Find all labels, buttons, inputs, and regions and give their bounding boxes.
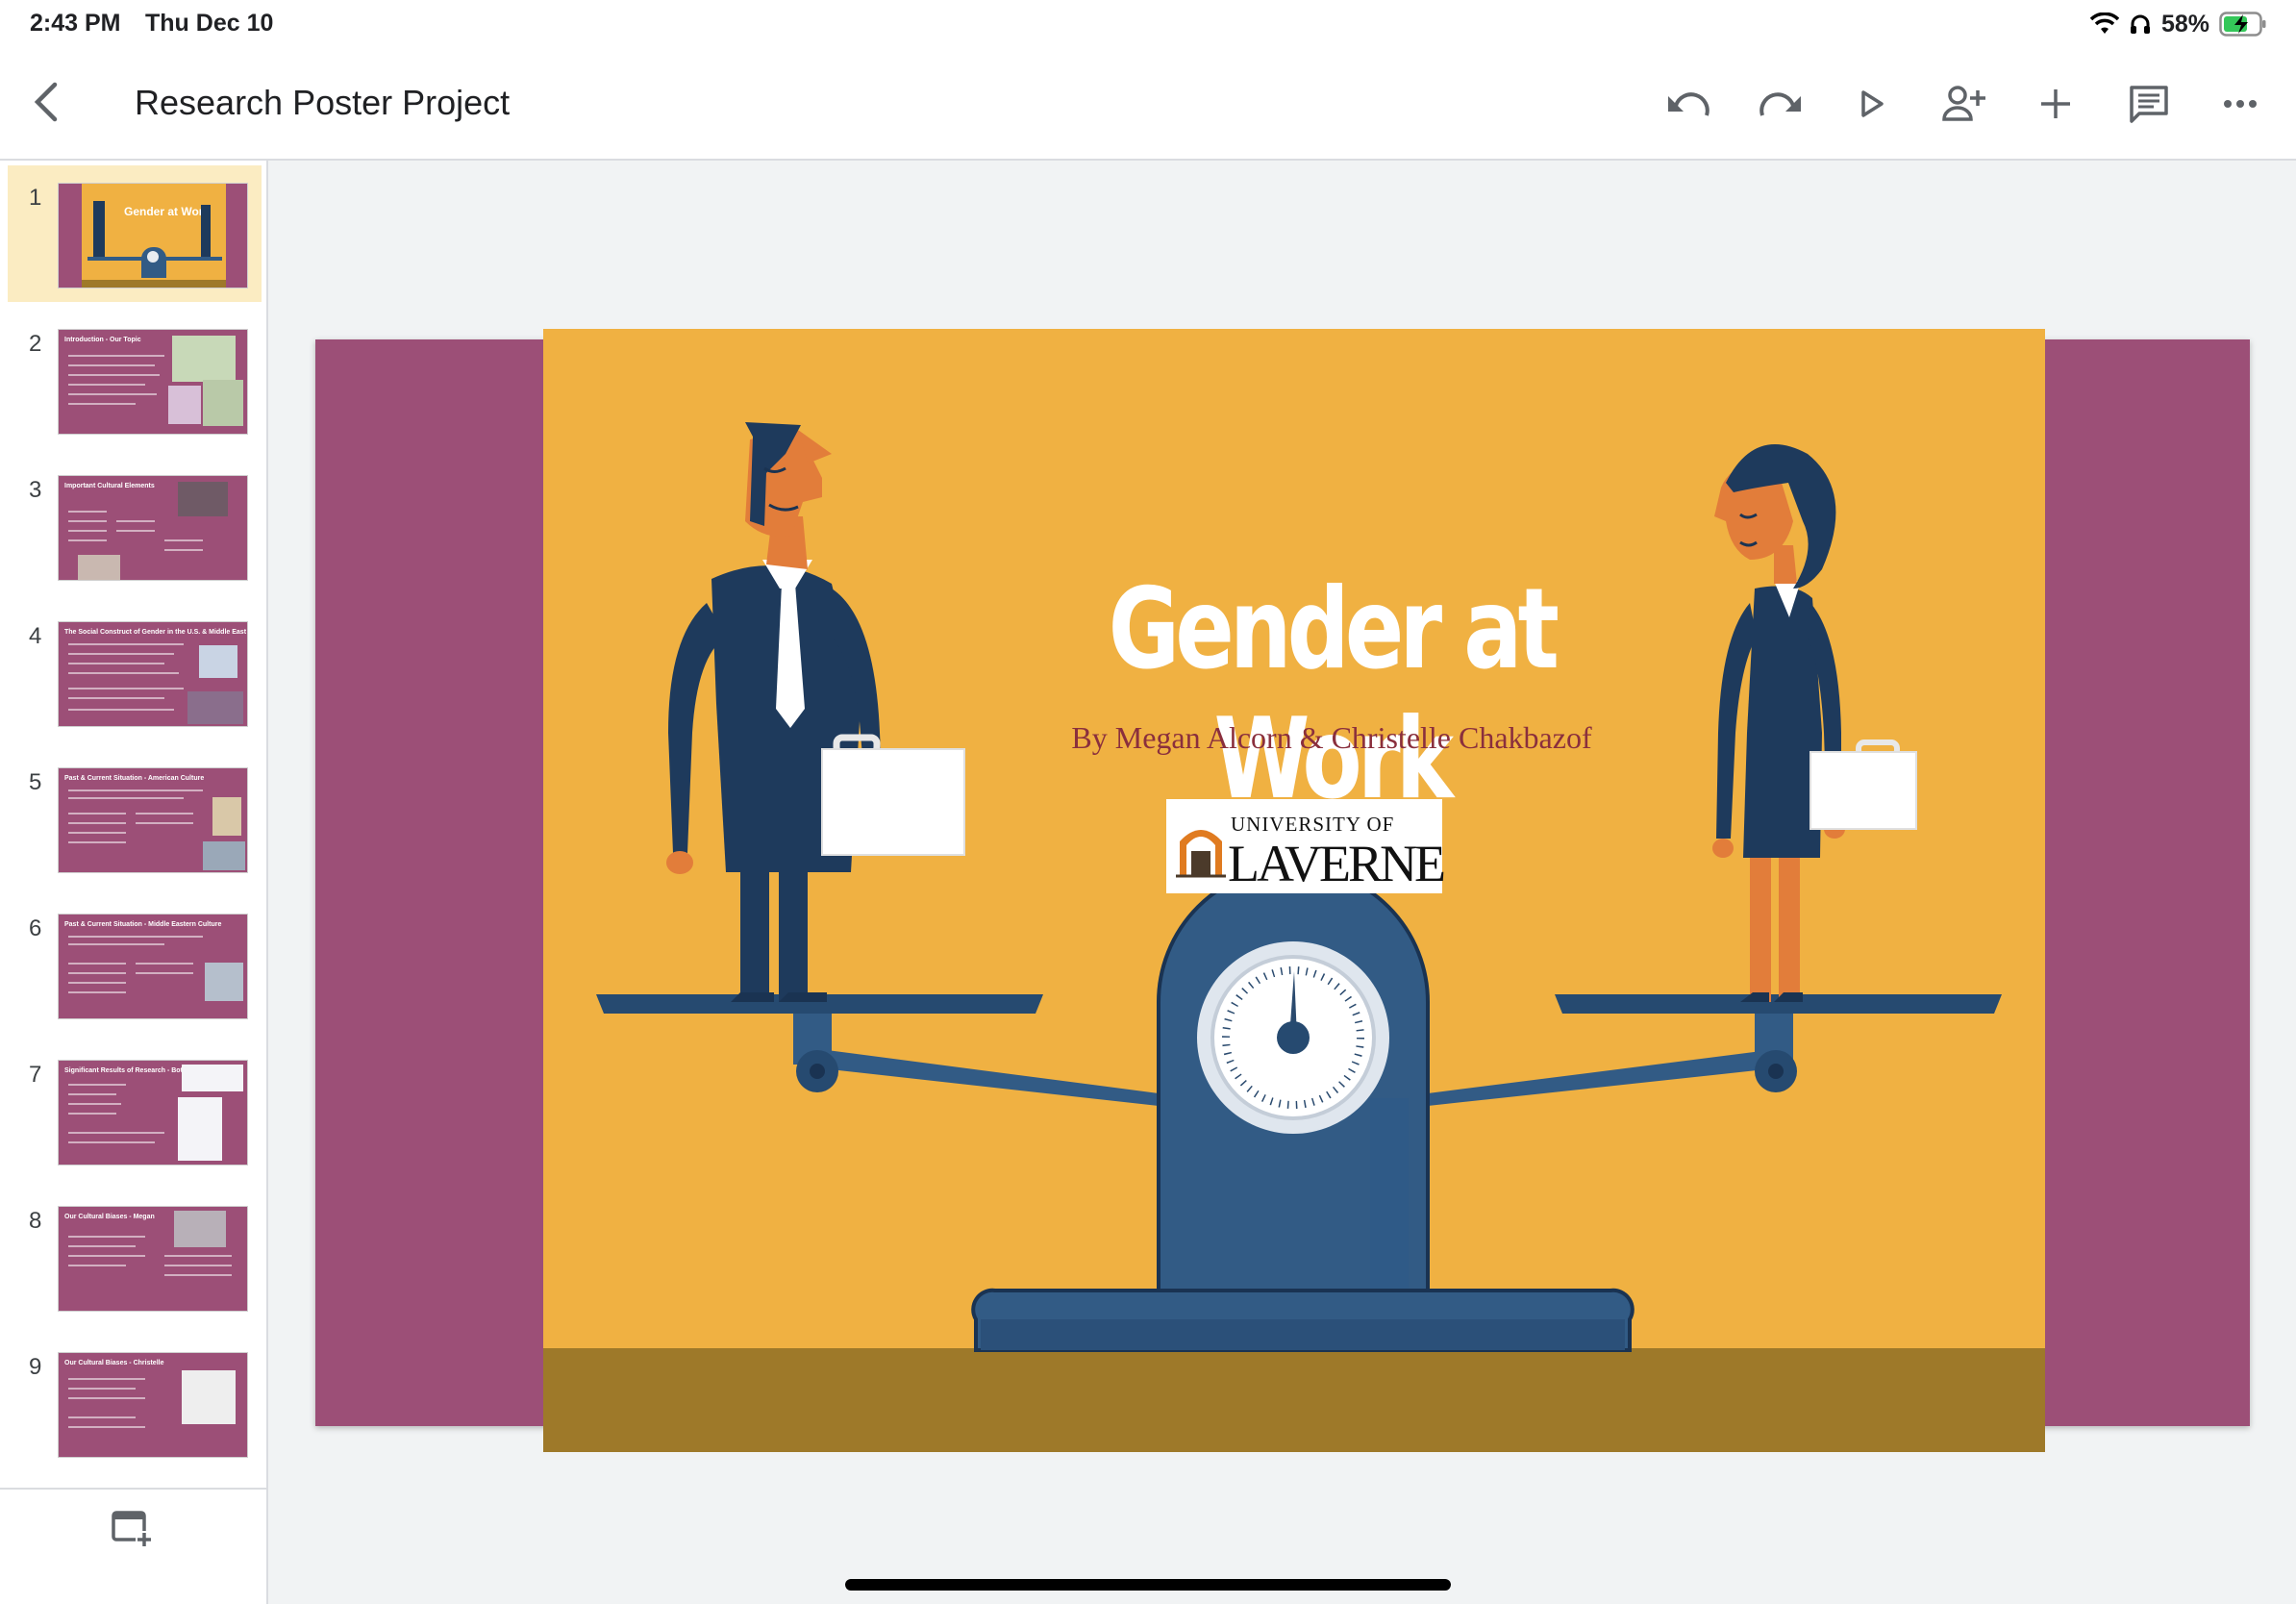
document-title[interactable]: Research Poster Project: [135, 83, 510, 123]
more-icon: [2224, 100, 2257, 108]
slide-number: 5: [29, 769, 42, 795]
add-button[interactable]: [2030, 78, 2082, 130]
filmstrip-divider: [0, 1488, 266, 1490]
slide-thumbnail-5[interactable]: 5 Past & Current Situation - American Cu…: [8, 750, 262, 887]
home-indicator[interactable]: [845, 1579, 1451, 1591]
thumbnail-preview: The Social Construct of Gender in the U.…: [58, 621, 248, 727]
thumbnail-title: The Social Construct of Gender in the U.…: [64, 629, 247, 636]
thumbnail-preview: Introduction - Our Topic: [58, 329, 248, 435]
slide-thumbnail-3[interactable]: 3 Important Cultural Elements: [8, 458, 262, 594]
current-slide[interactable]: Gender at Work By Megan Alcorn & Christe…: [543, 329, 2045, 1452]
thumbnail-title: Gender at Work: [124, 205, 211, 218]
share-icon: [1942, 86, 1985, 121]
slide-title[interactable]: Gender at Work: [1032, 564, 1632, 824]
battery-percent: 58%: [2160, 10, 2209, 38]
slide-number: 9: [29, 1354, 42, 1380]
slide-thumbnail-9[interactable]: 9 Our Cultural Biases - Christelle: [8, 1335, 262, 1471]
slide-number: 1: [29, 185, 42, 211]
share-button[interactable]: [1938, 78, 1990, 130]
comments-button[interactable]: [2123, 78, 2175, 130]
thumbnail-title: Our Cultural Biases - Megan: [64, 1214, 155, 1220]
undo-button[interactable]: [1662, 78, 1714, 130]
comments-icon: [2130, 86, 2168, 123]
app-bar: Research Poster Project: [0, 48, 2296, 161]
add-icon: [2041, 89, 2070, 118]
thumbnail-preview: Our Cultural Biases - Christelle: [58, 1352, 248, 1458]
new-slide-button[interactable]: [108, 1505, 156, 1553]
redo-icon: [1759, 92, 1801, 116]
battery-charging-icon: [2219, 12, 2266, 37]
back-button[interactable]: [21, 77, 71, 127]
thumbnail-preview: Past & Current Situation - American Cult…: [58, 767, 248, 873]
status-time: 2:43 PM: [30, 10, 121, 37]
thumbnail-title: Introduction - Our Topic: [64, 337, 141, 343]
present-button[interactable]: [1846, 78, 1898, 130]
slide-number: 7: [29, 1062, 42, 1088]
thumbnail-preview: Significant Results of Research - Both: [58, 1060, 248, 1165]
slide-filmstrip: 1 Gender at Work 2 Introduction - Our To…: [0, 161, 268, 1604]
thumbnail-title: Our Cultural Biases - Christelle: [64, 1360, 164, 1366]
wifi-icon: [2089, 13, 2119, 34]
logo-text-line2: LAVERNE: [1228, 835, 1446, 892]
slide-number: 3: [29, 477, 42, 503]
more-options-button[interactable]: [2214, 78, 2266, 130]
slide-subtitle[interactable]: By Megan Alcorn & Christelle Chakbazof: [899, 720, 1764, 756]
slide-thumbnail-1[interactable]: 1 Gender at Work: [8, 165, 262, 302]
slide-number: 6: [29, 915, 42, 941]
thumbnail-preview: Our Cultural Biases - Megan: [58, 1206, 248, 1312]
slide-thumbnail-8[interactable]: 8 Our Cultural Biases - Megan: [8, 1189, 262, 1325]
slide-thumbnail-7[interactable]: 7 Significant Results of Research - Both: [8, 1042, 262, 1179]
slide-number: 2: [29, 331, 42, 357]
new-slide-icon: [112, 1511, 153, 1548]
redo-button[interactable]: [1755, 78, 1807, 130]
slide-number: 4: [29, 623, 42, 649]
thumbnail-preview: Past & Current Situation - Middle Easter…: [58, 914, 248, 1019]
university-seal-icon: [1176, 830, 1226, 878]
thumbnail-title: Important Cultural Elements: [64, 483, 155, 489]
thumbnail-title: Significant Results of Research - Both: [64, 1067, 187, 1074]
thumbnail-title: Past & Current Situation - American Cult…: [64, 775, 205, 782]
thumbnail-preview: Gender at Work: [58, 183, 248, 288]
headphones-icon: [2130, 14, 2150, 34]
thumbnail-title: Past & Current Situation - Middle Easter…: [64, 921, 222, 928]
status-indicators: 58%: [2089, 8, 2267, 40]
status-date: Thu Dec 10: [145, 10, 274, 37]
university-logo[interactable]: UNIVERSITY OF LAVERNE: [1166, 799, 1446, 893]
present-icon: [1861, 90, 1884, 117]
chevron-left-icon: [34, 82, 58, 122]
thumbnail-preview: Important Cultural Elements: [58, 475, 248, 581]
slide-thumbnail-2[interactable]: 2 Introduction - Our Topic: [8, 312, 262, 448]
slide-number: 8: [29, 1208, 42, 1234]
slide-thumbnail-6[interactable]: 6 Past & Current Situation - Middle East…: [8, 896, 262, 1033]
undo-icon: [1668, 92, 1710, 116]
slide-thumbnail-4[interactable]: 4 The Social Construct of Gender in the …: [8, 604, 262, 740]
status-bar: 2:43 PM Thu Dec 10 58%: [0, 0, 2296, 48]
